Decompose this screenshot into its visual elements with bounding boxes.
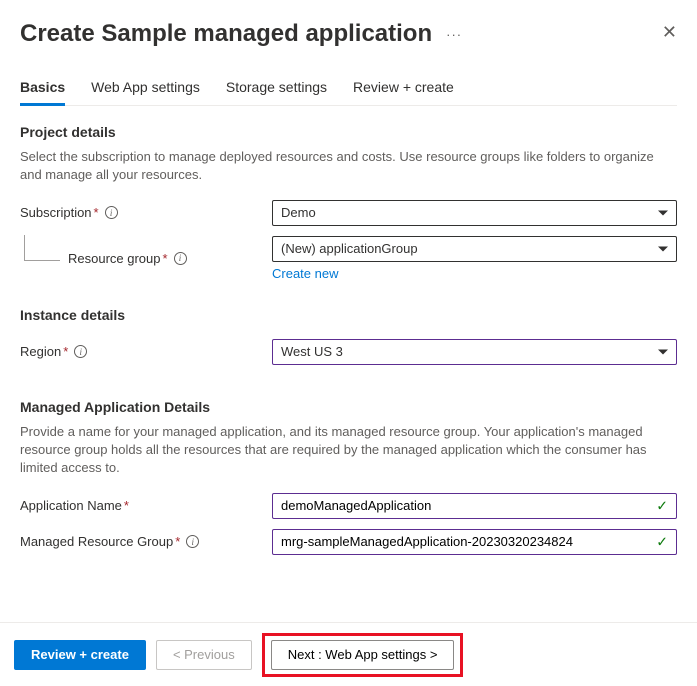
region-value: West US 3 bbox=[281, 344, 343, 359]
create-new-link[interactable]: Create new bbox=[272, 266, 677, 281]
tab-strip: Basics Web App settings Storage settings… bbox=[20, 78, 677, 106]
next-button[interactable]: Next : Web App settings > bbox=[271, 640, 455, 670]
info-icon[interactable]: i bbox=[105, 206, 118, 219]
resource-group-value: (New) applicationGroup bbox=[281, 241, 418, 256]
subscription-value: Demo bbox=[281, 205, 316, 220]
info-icon[interactable]: i bbox=[174, 252, 187, 265]
required-icon: * bbox=[175, 534, 180, 549]
previous-button: < Previous bbox=[156, 640, 252, 670]
tab-basics[interactable]: Basics bbox=[20, 79, 65, 106]
page-title: Create Sample managed application bbox=[20, 20, 432, 48]
info-icon[interactable]: i bbox=[74, 345, 87, 358]
highlight-box: Next : Web App settings > bbox=[262, 633, 464, 677]
tab-storage-settings[interactable]: Storage settings bbox=[226, 79, 327, 106]
mrg-field[interactable] bbox=[281, 534, 650, 549]
required-icon: * bbox=[163, 251, 168, 266]
resource-group-label: Resource group bbox=[68, 251, 161, 266]
more-actions-icon[interactable]: ··· bbox=[446, 27, 462, 42]
subscription-select[interactable]: Demo bbox=[272, 200, 677, 226]
review-create-button[interactable]: Review + create bbox=[14, 640, 146, 670]
tab-review-create[interactable]: Review + create bbox=[353, 79, 454, 106]
chevron-down-icon bbox=[658, 210, 668, 215]
region-label: Region bbox=[20, 344, 61, 359]
project-details-heading: Project details bbox=[20, 124, 677, 140]
mrg-input[interactable]: ✓ bbox=[272, 529, 677, 555]
chevron-down-icon bbox=[658, 246, 668, 251]
mrg-label: Managed Resource Group bbox=[20, 534, 173, 549]
required-icon: * bbox=[124, 498, 129, 513]
info-icon[interactable]: i bbox=[186, 535, 199, 548]
instance-details-heading: Instance details bbox=[20, 307, 677, 323]
wizard-footer: Review + create < Previous Next : Web Ap… bbox=[0, 622, 697, 686]
close-icon[interactable]: ✕ bbox=[662, 22, 677, 43]
region-select[interactable]: West US 3 bbox=[272, 339, 677, 365]
check-icon: ✓ bbox=[656, 533, 668, 550]
chevron-down-icon bbox=[658, 349, 668, 354]
hierarchy-connector-icon bbox=[24, 235, 60, 261]
app-name-field[interactable] bbox=[281, 498, 650, 513]
tab-web-app-settings[interactable]: Web App settings bbox=[91, 79, 200, 106]
required-icon: * bbox=[94, 205, 99, 220]
managed-app-desc: Provide a name for your managed applicat… bbox=[20, 423, 677, 477]
project-details-desc: Select the subscription to manage deploy… bbox=[20, 148, 677, 184]
check-icon: ✓ bbox=[656, 497, 668, 514]
app-name-input[interactable]: ✓ bbox=[272, 493, 677, 519]
managed-app-heading: Managed Application Details bbox=[20, 399, 677, 415]
resource-group-select[interactable]: (New) applicationGroup bbox=[272, 236, 677, 262]
app-name-label: Application Name bbox=[20, 498, 122, 513]
required-icon: * bbox=[63, 344, 68, 359]
subscription-label: Subscription bbox=[20, 205, 92, 220]
